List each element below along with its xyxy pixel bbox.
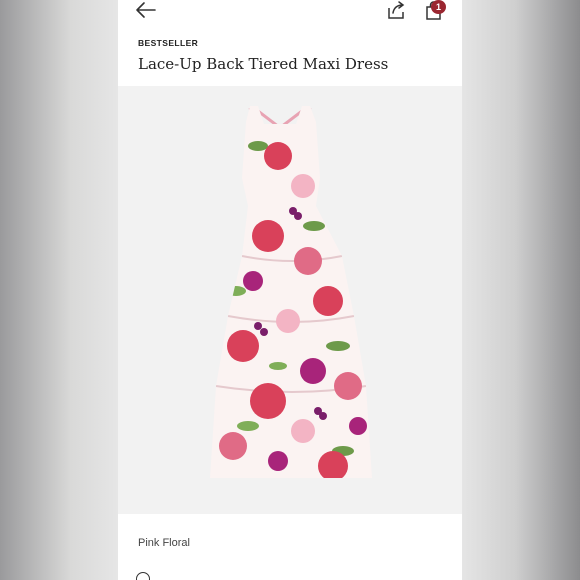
product-image[interactable] <box>118 86 462 514</box>
share-icon <box>388 1 405 19</box>
background-left <box>0 0 118 580</box>
bestseller-label: BESTSELLER <box>138 38 199 48</box>
back-button[interactable] <box>134 0 158 20</box>
share-button[interactable] <box>385 0 407 22</box>
arrow-left-icon <box>136 2 156 18</box>
circle-icon <box>136 572 150 580</box>
dress-illustration <box>210 106 372 478</box>
product-title: Lace-Up Back Tiered Maxi Dress <box>138 55 389 73</box>
product-page: 1 BESTSELLER Lace-Up Back Tiered Maxi Dr… <box>118 0 462 580</box>
color-name: Pink Floral <box>138 537 190 549</box>
cart-count-badge: 1 <box>431 0 446 14</box>
top-bar: 1 <box>118 0 462 26</box>
background-right <box>462 0 580 580</box>
